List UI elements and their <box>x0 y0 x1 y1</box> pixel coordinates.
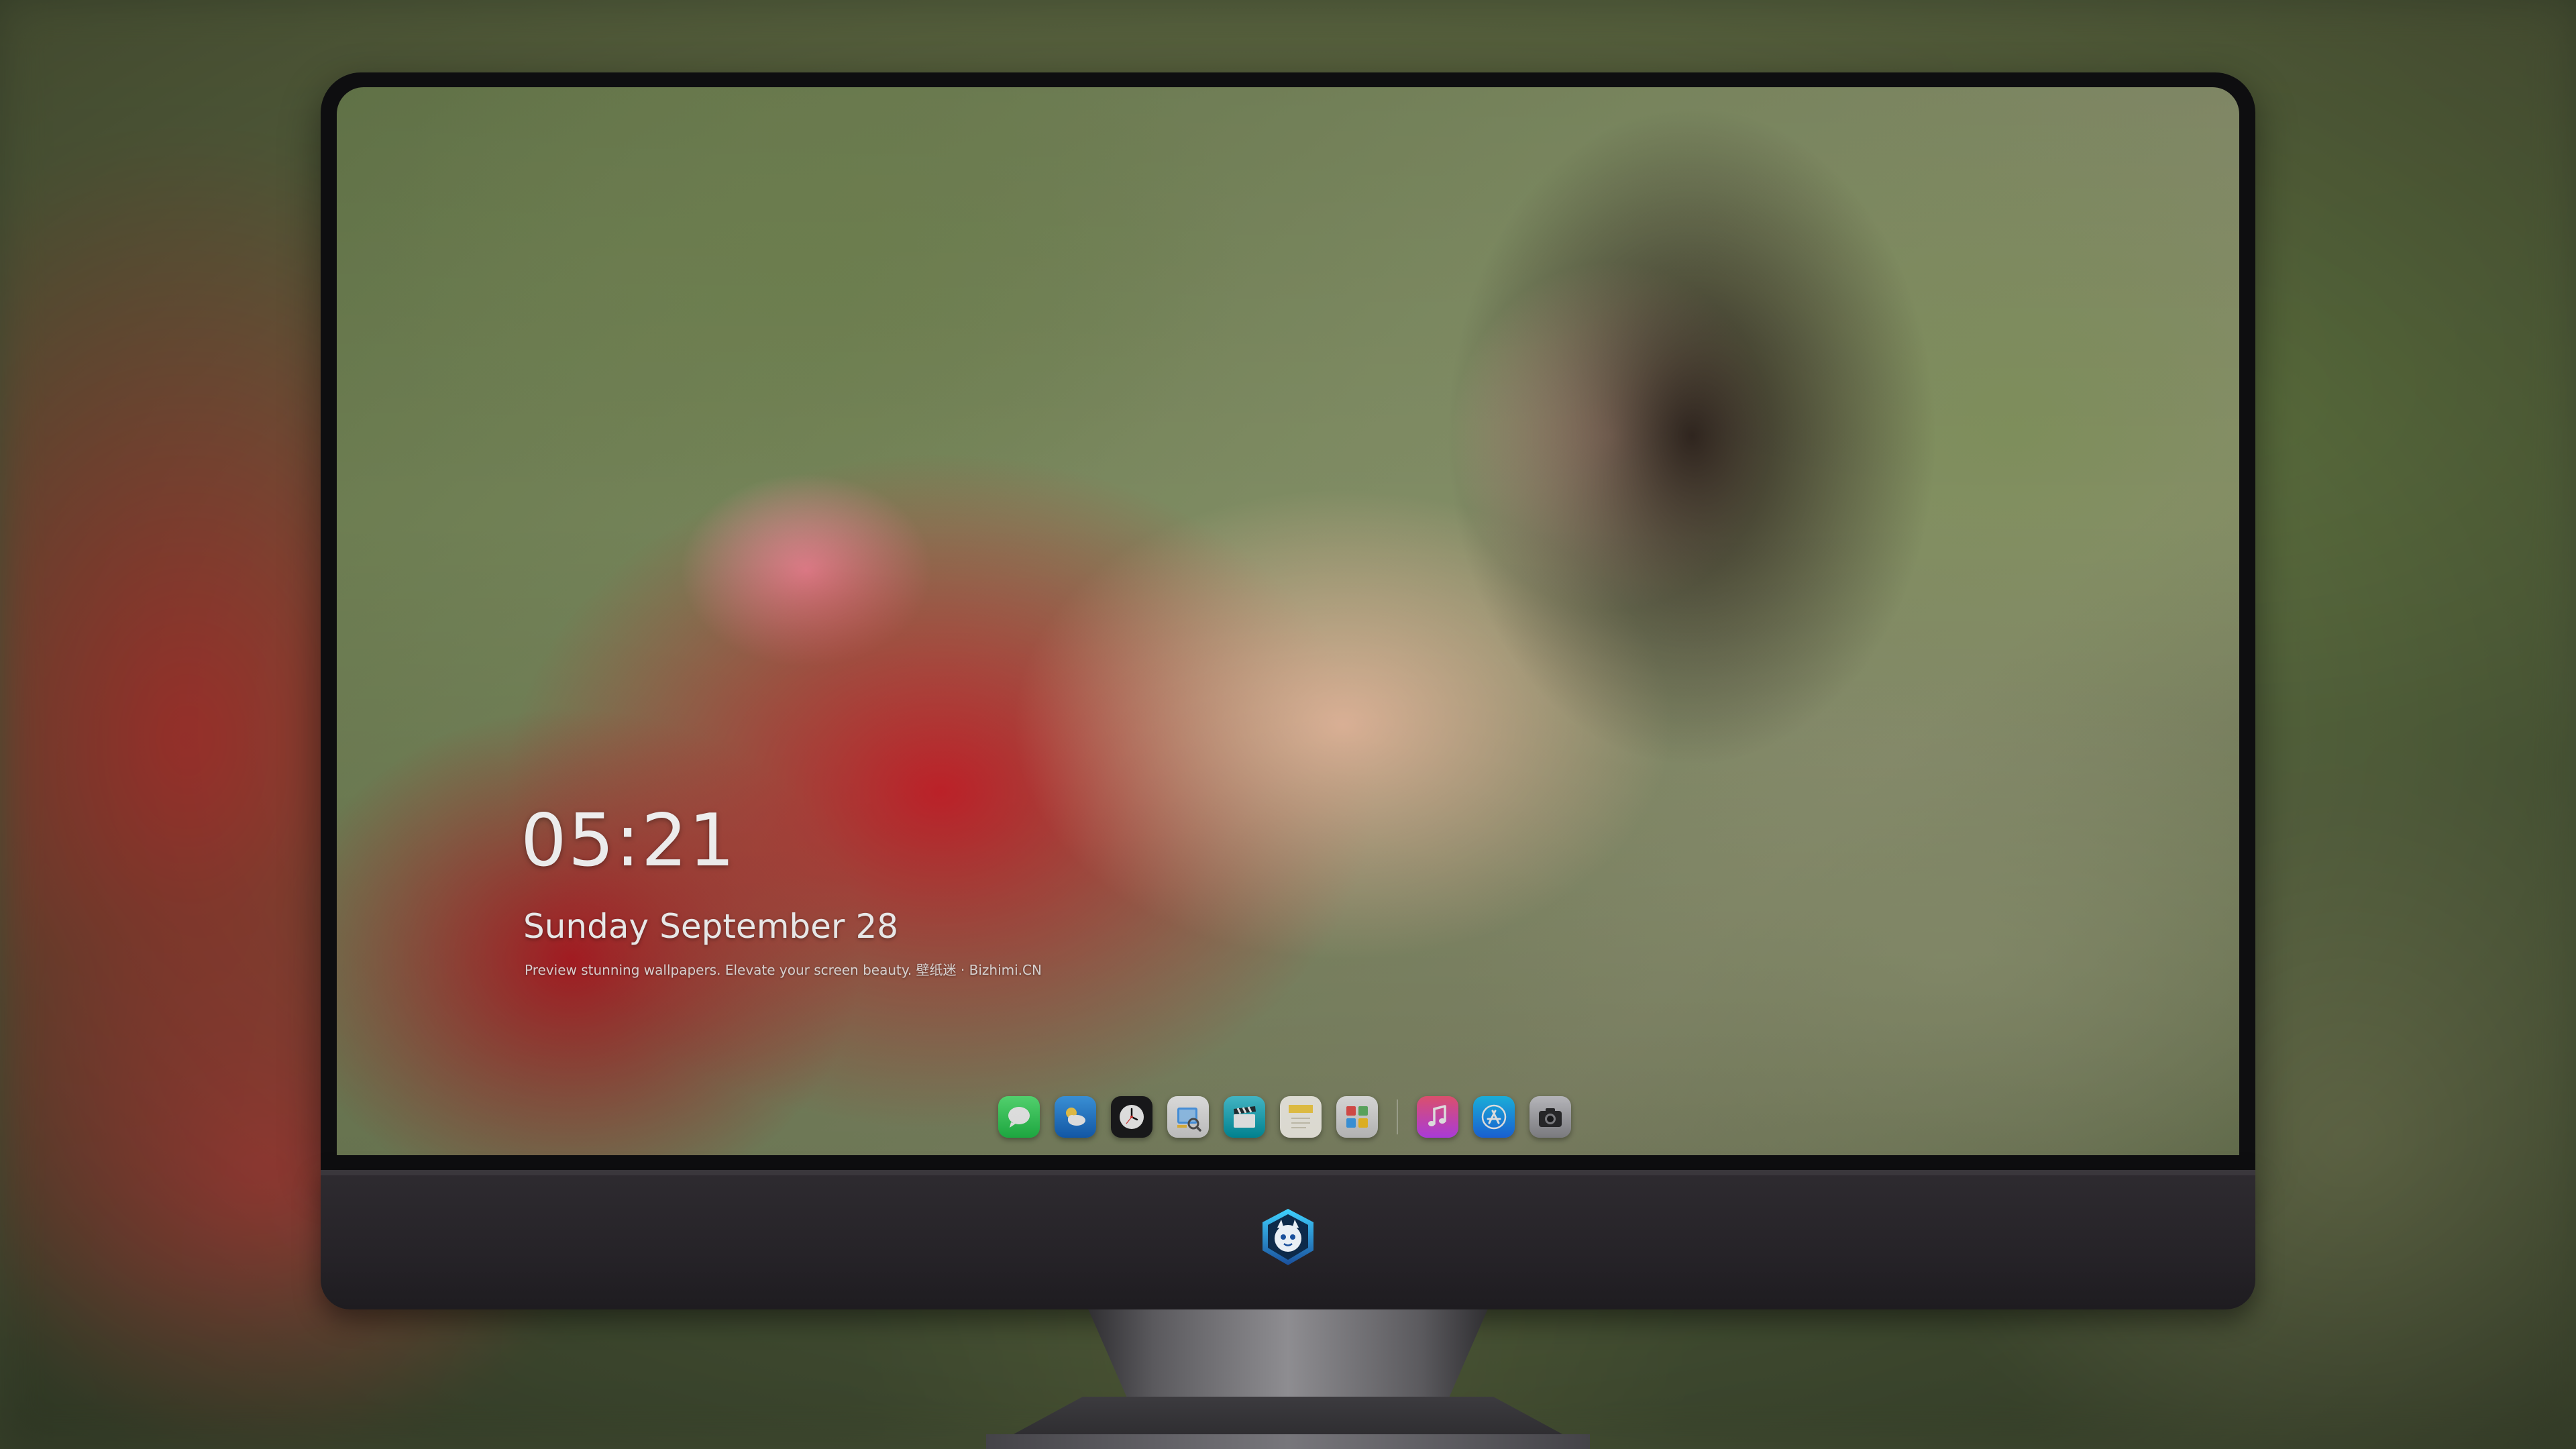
app-store-icon <box>1481 1104 1507 1130</box>
date-month: September <box>659 907 845 946</box>
monitor: 05:21 Sunday September 28 Preview stunning… <box>321 72 2255 1309</box>
dock-app-app-store[interactable] <box>1473 1096 1515 1138</box>
lockscreen-date: Sunday September 28 <box>523 910 909 943</box>
dock-app-preview[interactable] <box>1167 1096 1209 1138</box>
dock-app-music[interactable] <box>1417 1096 1458 1138</box>
dock <box>989 1091 1593 1143</box>
dock-separator <box>1397 1099 1398 1134</box>
dock-app-messages[interactable] <box>998 1096 1040 1138</box>
notes-icon <box>1289 1105 1313 1128</box>
dock-app-weather[interactable] <box>1055 1096 1096 1138</box>
gallery-icon <box>1346 1106 1368 1128</box>
monitor-chin-edge <box>321 1170 2255 1175</box>
dock-app-clock[interactable] <box>1111 1096 1152 1138</box>
weather-icon <box>1066 1108 1085 1126</box>
desktop-screen[interactable]: 05:21 Sunday September 28 Preview stunning… <box>337 87 2239 1155</box>
monitor-stand-base-edge <box>986 1434 1590 1449</box>
dock-app-camera[interactable] <box>1529 1096 1571 1138</box>
wallpaper-tagline: Preview stunning wallpapers. Elevate you… <box>525 962 1042 978</box>
clock-icon <box>1120 1105 1144 1129</box>
mascot-logo-icon <box>1263 1209 1313 1265</box>
dock-app-gallery[interactable] <box>1336 1096 1378 1138</box>
scene: 05:21 Sunday September 28 Preview stunning… <box>0 0 2576 1449</box>
lockscreen-clock: 05:21 <box>521 799 737 883</box>
camera-icon <box>1539 1108 1562 1127</box>
preview-icon <box>1177 1108 1201 1132</box>
music-icon <box>1428 1105 1446 1126</box>
date-day: 28 <box>855 907 899 946</box>
date-weekday: Sunday <box>523 907 649 946</box>
dock-app-clips[interactable] <box>1224 1096 1265 1138</box>
clips-icon <box>1234 1106 1256 1128</box>
dock-app-notes[interactable] <box>1280 1096 1322 1138</box>
messages-icon <box>1008 1107 1030 1128</box>
